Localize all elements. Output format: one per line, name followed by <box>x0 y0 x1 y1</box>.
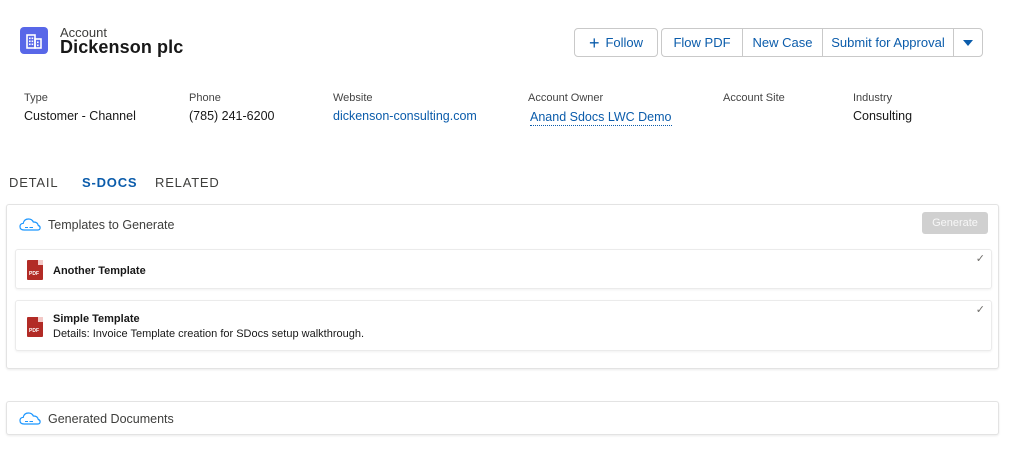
template-item[interactable]: PDF Another Template ✓ <box>15 249 992 289</box>
generated-documents-card: Generated Documents <box>6 401 999 435</box>
checkmark-icon: ✓ <box>975 304 985 316</box>
templates-card-title: Templates to Generate <box>48 218 175 232</box>
generated-documents-header: Generated Documents <box>19 411 174 427</box>
checkmark-icon: ✓ <box>975 253 985 265</box>
record-name: Dickenson plc <box>60 37 184 57</box>
chevron-down-icon <box>963 39 973 46</box>
tab-related[interactable]: RELATED <box>155 175 220 190</box>
field-label-industry: Industry <box>853 92 893 104</box>
tab-s-docs[interactable]: S-DOCS <box>82 175 137 190</box>
template-name: Another Template <box>53 265 146 277</box>
templates-card: Templates to Generate Generate PDF Anoth… <box>6 204 999 369</box>
template-detail: Details: Invoice Template creation for S… <box>53 328 365 340</box>
tab-detail[interactable]: DETAIL <box>9 175 58 190</box>
flow-pdf-button[interactable]: Flow PDF <box>661 28 742 57</box>
field-label-phone: Phone <box>189 92 221 104</box>
pdf-file-icon: PDF <box>27 317 43 337</box>
field-value-industry: Consulting <box>853 109 913 123</box>
submit-for-approval-button[interactable]: Submit for Approval <box>822 28 953 57</box>
plus-icon: + <box>588 32 600 53</box>
building-icon <box>26 33 42 49</box>
sdocs-cloud-icon <box>19 218 41 231</box>
new-case-button[interactable]: New Case <box>742 28 822 57</box>
field-label-account-owner: Account Owner <box>528 92 604 104</box>
field-label-type: Type <box>24 92 48 104</box>
field-value-type: Customer - Channel <box>24 109 136 123</box>
template-name: Simple Template <box>53 313 140 325</box>
more-actions-button[interactable] <box>953 28 983 57</box>
field-value-phone: (785) 241-6200 <box>189 109 275 123</box>
website-link[interactable]: dickenson-consulting.com <box>333 109 477 123</box>
generated-documents-title: Generated Documents <box>48 412 174 426</box>
field-label-website: Website <box>333 92 373 104</box>
template-item[interactable]: PDF Simple Template Details: Invoice Tem… <box>15 300 992 351</box>
field-label-account-site: Account Site <box>723 92 785 104</box>
follow-button[interactable]: + Follow <box>574 28 658 57</box>
account-icon <box>20 27 48 54</box>
templates-card-header: Templates to Generate <box>19 217 174 233</box>
generate-button[interactable]: Generate <box>922 212 988 234</box>
pdf-file-icon: PDF <box>27 260 43 280</box>
sdocs-cloud-icon <box>19 412 41 425</box>
account-owner-link[interactable]: Anand Sdocs LWC Demo <box>530 110 672 126</box>
action-button-group: Flow PDF New Case Submit for Approval <box>661 28 983 57</box>
follow-label: Follow <box>605 35 644 50</box>
